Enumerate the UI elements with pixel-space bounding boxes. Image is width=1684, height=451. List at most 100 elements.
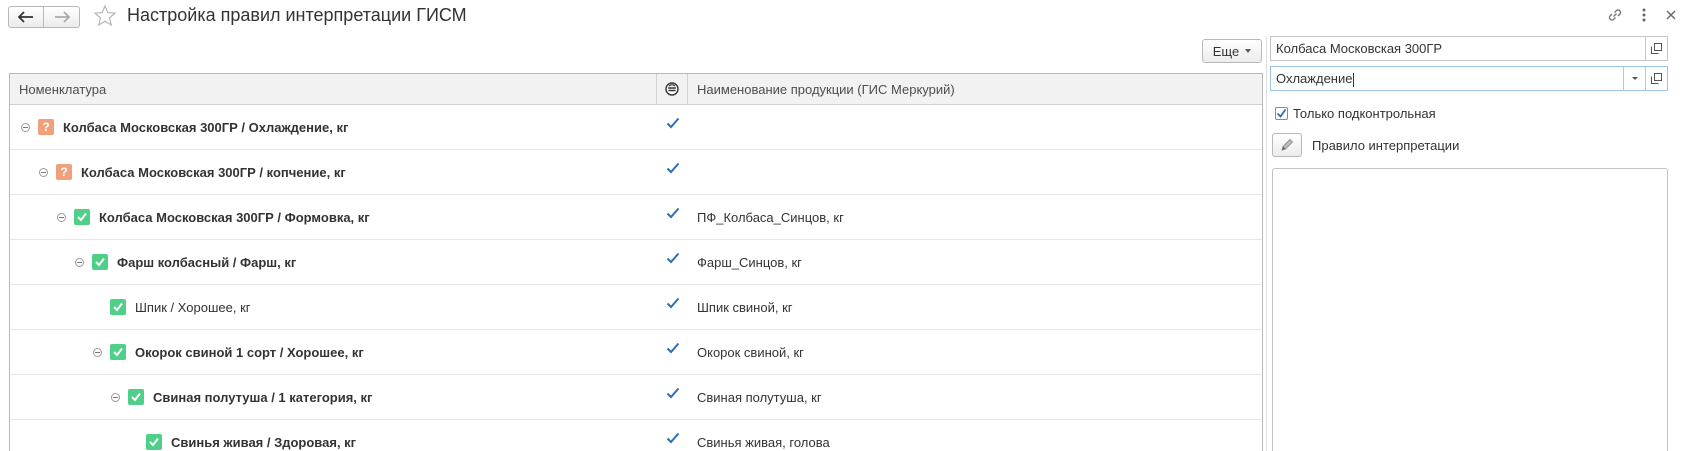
cell-product-name[interactable] xyxy=(688,150,1262,194)
mercury-icon xyxy=(665,82,679,96)
text-cursor xyxy=(1353,72,1355,87)
forward-button[interactable] xyxy=(44,6,80,28)
edit-rule-button[interactable] xyxy=(1272,133,1302,157)
cell-nomenclature[interactable]: Свинья живая / Здоровая, кг xyxy=(10,420,657,451)
cell-mark[interactable] xyxy=(657,150,688,194)
rule-text-area[interactable] xyxy=(1272,168,1668,451)
checkmark-icon xyxy=(666,297,679,309)
panel-divider xyxy=(1266,36,1267,451)
cell-product-name[interactable]: Свинья живая, голова xyxy=(688,420,1262,451)
cell-product-name[interactable]: Шпик свиной, кг xyxy=(688,285,1262,329)
ok-status-icon xyxy=(110,299,126,315)
table-row[interactable]: Колбаса Московская 300ГР / Формовка, кг П… xyxy=(10,195,1262,240)
table-header: Номенклатура Наименование продукции (ГИС… xyxy=(10,74,1262,105)
chevron-down-icon xyxy=(1631,77,1638,80)
navigation-buttons xyxy=(8,6,80,28)
question-status-icon: ? xyxy=(38,119,54,135)
table-row[interactable]: ? Колбаса Московская 300ГР / Охлаждение, … xyxy=(10,105,1262,150)
checkmark-icon xyxy=(666,387,679,399)
cell-mark[interactable] xyxy=(657,330,688,374)
row-label: Шпик / Хорошее, кг xyxy=(135,299,251,315)
cell-nomenclature[interactable]: Шпик / Хорошее, кг xyxy=(10,285,657,329)
row-label: Фарш колбасный / Фарш, кг xyxy=(117,254,297,270)
checkmark-icon xyxy=(666,162,679,174)
open-window-icon xyxy=(1651,43,1662,54)
collapse-toggle-icon[interactable] xyxy=(39,167,48,177)
ok-status-icon xyxy=(92,254,108,270)
checkmark-icon xyxy=(666,117,679,129)
row-label: Колбаса Московская 300ГР / Формовка, кг xyxy=(99,209,370,225)
cell-nomenclature[interactable]: Колбаса Московская 300ГР / Формовка, кг xyxy=(10,195,657,239)
rule-label: Правило интерпретации xyxy=(1312,138,1460,153)
characteristic-dropdown-button[interactable] xyxy=(1623,67,1645,90)
open-product-button[interactable] xyxy=(1645,37,1667,60)
cell-product-name[interactable] xyxy=(688,105,1262,149)
ok-status-icon xyxy=(74,209,90,225)
column-header-product-name[interactable]: Наименование продукции (ГИС Меркурий) xyxy=(688,74,1262,104)
checkmark-icon xyxy=(666,432,679,444)
close-icon[interactable] xyxy=(1664,6,1678,24)
table-row[interactable]: Шпик / Хорошее, кг Шпик свиной, кг xyxy=(10,285,1262,330)
only-controlled-label: Только подконтрольная xyxy=(1293,106,1436,121)
only-controlled-checkbox[interactable] xyxy=(1275,107,1288,120)
table-row[interactable]: Свинья живая / Здоровая, кг Свинья живая,… xyxy=(10,420,1262,451)
product-field-value: Колбаса Московская 300ГР xyxy=(1276,41,1443,56)
cell-product-name[interactable]: Свиная полутуша, кг xyxy=(688,375,1262,419)
arrow-right-icon xyxy=(54,11,70,23)
collapse-toggle-icon[interactable] xyxy=(57,212,66,222)
characteristic-field[interactable]: Охлаждение xyxy=(1270,66,1668,91)
cell-mark[interactable] xyxy=(657,105,688,149)
cell-product-name[interactable]: Фарш_Синцов, кг xyxy=(688,240,1262,284)
cell-product-name[interactable]: ПФ_Колбаса_Синцов, кг xyxy=(688,195,1262,239)
row-label: Колбаса Московская 300ГР / Охлаждение, к… xyxy=(63,119,349,135)
ok-status-icon xyxy=(146,434,162,450)
cell-product-name[interactable]: Окорок свиной, кг xyxy=(688,330,1262,374)
ok-status-icon xyxy=(110,344,126,360)
table-row[interactable]: ? Колбаса Московская 300ГР / копчение, кг xyxy=(10,150,1262,195)
cell-mark[interactable] xyxy=(657,285,688,329)
table-body: ? Колбаса Московская 300ГР / Охлаждение, … xyxy=(10,105,1262,451)
page-title: Настройка правил интерпретации ГИСМ xyxy=(127,5,467,25)
question-status-icon: ? xyxy=(56,164,72,180)
cell-nomenclature[interactable]: Окорок свиной 1 сорт / Хорошее, кг xyxy=(10,330,657,374)
table-row[interactable]: Фарш колбасный / Фарш, кг Фарш_Синцов, кг xyxy=(10,240,1262,285)
cell-mark[interactable] xyxy=(657,375,688,419)
row-label: Свиная полутуша / 1 категория, кг xyxy=(153,389,373,405)
collapse-toggle-icon[interactable] xyxy=(75,257,84,267)
cell-mark[interactable] xyxy=(657,420,688,451)
row-label: Свинья живая / Здоровая, кг xyxy=(171,434,357,450)
column-header-nomenclature[interactable]: Номенклатура xyxy=(10,74,657,104)
cell-nomenclature[interactable]: Фарш колбасный / Фарш, кг xyxy=(10,240,657,284)
checkmark-icon xyxy=(666,252,679,264)
more-button-label: Еще xyxy=(1212,43,1240,59)
characteristic-field-value: Охлаждение xyxy=(1276,71,1353,86)
star-icon[interactable] xyxy=(93,4,117,28)
cell-mark[interactable] xyxy=(657,240,688,284)
only-controlled-option: Только подконтрольная xyxy=(1275,106,1436,121)
collapse-toggle-icon[interactable] xyxy=(111,392,120,402)
link-icon[interactable] xyxy=(1606,6,1624,24)
table-row[interactable]: Окорок свиной 1 сорт / Хорошее, кг Окорок… xyxy=(10,330,1262,375)
more-vertical-icon[interactable] xyxy=(1638,6,1650,24)
cell-nomenclature[interactable]: Свиная полутуша / 1 категория, кг xyxy=(10,375,657,419)
cell-nomenclature[interactable]: ? Колбаса Московская 300ГР / копчение, кг xyxy=(10,150,657,194)
collapse-toggle-icon[interactable] xyxy=(21,122,30,132)
checkmark-icon xyxy=(666,342,679,354)
pencil-icon xyxy=(1281,138,1294,151)
row-label: Колбаса Московская 300ГР / копчение, кг xyxy=(81,164,346,180)
rules-table: Номенклатура Наименование продукции (ГИС… xyxy=(9,73,1263,451)
product-field[interactable]: Колбаса Московская 300ГР xyxy=(1270,36,1668,61)
more-button[interactable]: Еще xyxy=(1202,39,1262,63)
collapse-toggle-icon[interactable] xyxy=(93,347,102,357)
open-characteristic-button[interactable] xyxy=(1645,67,1667,90)
arrow-left-icon xyxy=(18,11,33,23)
cell-nomenclature[interactable]: ? Колбаса Московская 300ГР / Охлаждение, … xyxy=(10,105,657,149)
row-label: Окорок свиной 1 сорт / Хорошее, кг xyxy=(135,344,364,360)
table-row[interactable]: Свиная полутуша / 1 категория, кг Свиная … xyxy=(10,375,1262,420)
back-button[interactable] xyxy=(8,6,44,28)
open-window-icon xyxy=(1651,73,1662,84)
cell-mark[interactable] xyxy=(657,195,688,239)
checkmark-icon xyxy=(666,207,679,219)
ok-status-icon xyxy=(128,389,144,405)
column-header-mark[interactable] xyxy=(657,74,688,104)
